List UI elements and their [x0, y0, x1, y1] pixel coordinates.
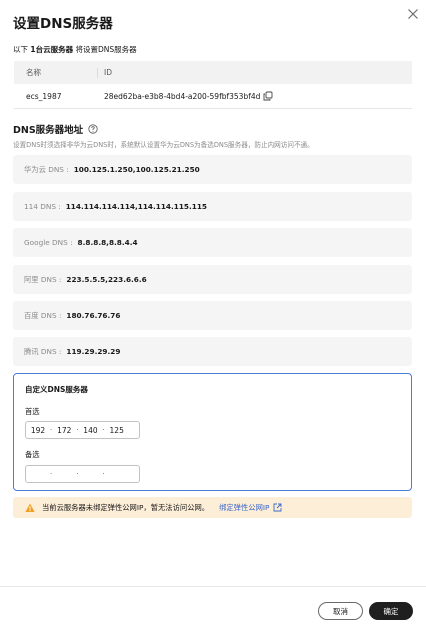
dns-section-title-text: DNS服务器地址	[13, 125, 84, 136]
dns-option-value: 119.29.29.29	[66, 347, 121, 356]
intro-suffix: 将设置DNS服务器	[75, 45, 137, 54]
column-id-header: ID	[97, 67, 412, 78]
dns-option-custom[interactable]: 自定义DNS服务器 首选 192 · 172 · 140 · 125 备选 · …	[13, 373, 412, 491]
table-header: 名称 ID	[14, 61, 412, 84]
dns-option-114[interactable]: 114 DNS : 114.114.114.114,114.114.115.11…	[13, 192, 412, 221]
warning-text: 当前云服务器未绑定弹性公网IP，暂无法访问公网。	[42, 502, 210, 512]
dns-settings-dialog: 设置DNS服务器 以下 1台云服务器 将设置DNS服务器 名称 ID ecs_1…	[0, 0, 426, 629]
dns-option-huawei[interactable]: 华为云 DNS : 100.125.1.250,100.125.21.250	[13, 155, 412, 184]
ip-octet-input[interactable]: 192	[26, 426, 50, 435]
dns-option-label: 腾讯 DNS :	[24, 346, 62, 356]
ip-separator: ·	[102, 470, 105, 478]
dns-option-ali[interactable]: 阿里 DNS : 223.5.5.5,223.6.6.6	[13, 265, 412, 294]
custom-dns-title: 自定义DNS服务器	[25, 385, 88, 394]
dns-option-value: 8.8.8.8,8.8.4.4	[77, 238, 138, 247]
column-name-header: 名称	[26, 68, 41, 77]
bind-eip-link[interactable]: 绑定弹性公网IP	[219, 503, 282, 513]
footer-divider	[0, 586, 426, 587]
dialog-title: 设置DNS服务器	[13, 16, 113, 32]
intro-text: 以下 1台云服务器 将设置DNS服务器	[13, 44, 137, 55]
primary-dns-label: 首选	[25, 407, 40, 416]
secondary-dns-label: 备选	[25, 450, 40, 459]
dns-option-value: 100.125.1.250,100.125.21.250	[73, 165, 200, 174]
dns-option-tencent[interactable]: 腾讯 DNS : 119.29.29.29	[13, 337, 412, 366]
dns-option-label: 华为云 DNS :	[24, 164, 69, 174]
secondary-dns-input[interactable]: · · ·	[25, 465, 140, 483]
dns-option-label: Google DNS :	[24, 238, 73, 247]
dns-option-value: 114.114.114.114,114.114.115.115	[65, 202, 207, 211]
warning-icon	[25, 503, 35, 512]
close-icon[interactable]	[404, 5, 422, 23]
primary-dns-input[interactable]: 192 · 172 · 140 · 125	[25, 421, 140, 439]
copy-icon[interactable]	[263, 91, 273, 101]
cancel-button[interactable]: 取消	[318, 602, 363, 620]
server-id: 28ed62ba-e3b8-4bd4-a200-59fbf353bf4d	[104, 91, 261, 101]
dns-section-description: 设置DNS时须选择非华为云DNS时，系统默认设置华为云DNS为备选DNS服务器，…	[13, 141, 314, 149]
dns-option-google[interactable]: Google DNS : 8.8.8.8,8.8.4.4	[13, 228, 412, 257]
dns-option-label: 百度 DNS :	[24, 310, 62, 320]
eip-warning-banner: 当前云服务器未绑定弹性公网IP，暂无法访问公网。 绑定弹性公网IP	[13, 497, 412, 518]
dns-option-label: 114 DNS :	[24, 202, 61, 211]
table-row: ecs_1987 28ed62ba-e3b8-4bd4-a200-59fbf35…	[14, 84, 412, 109]
help-icon[interactable]	[88, 124, 98, 134]
server-table: 名称 ID ecs_1987 28ed62ba-e3b8-4bd4-a200-5…	[14, 61, 412, 109]
bind-eip-link-text: 绑定弹性公网IP	[219, 502, 270, 512]
external-link-icon	[273, 503, 282, 512]
dns-section-title: DNS服务器地址	[13, 122, 98, 136]
dns-option-value: 223.5.5.5,223.6.6.6	[66, 275, 147, 284]
intro-prefix: 以下	[13, 45, 28, 54]
ip-octet-input[interactable]: 172	[52, 426, 76, 435]
server-id-cell: 28ed62ba-e3b8-4bd4-a200-59fbf353bf4d	[97, 91, 412, 101]
dns-option-baidu[interactable]: 百度 DNS : 180.76.76.76	[13, 301, 412, 330]
ip-octet-input[interactable]: 125	[105, 426, 129, 435]
dns-option-value: 180.76.76.76	[66, 311, 121, 320]
ip-octet-input[interactable]: 140	[78, 426, 102, 435]
server-name: ecs_1987	[26, 91, 62, 101]
server-count: 1台云服务器	[30, 45, 74, 54]
ip-separator: ·	[50, 470, 53, 478]
dns-option-label: 阿里 DNS :	[24, 274, 62, 284]
confirm-button[interactable]: 确定	[369, 602, 413, 620]
ip-separator: ·	[76, 470, 79, 478]
